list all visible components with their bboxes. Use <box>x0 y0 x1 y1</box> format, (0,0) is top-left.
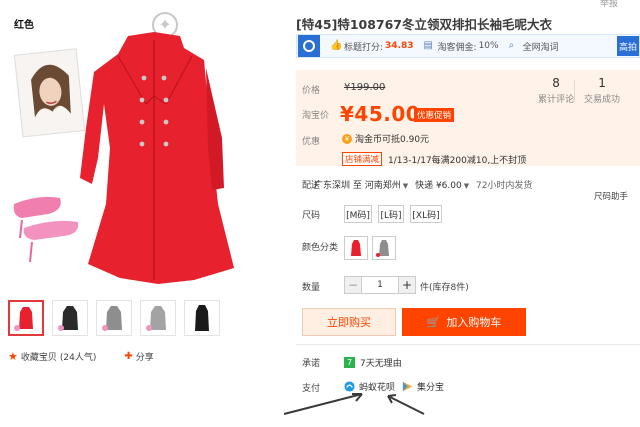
buy-now-button[interactable]: 立即购买 <box>302 308 396 336</box>
favorite-count: (24人气) <box>59 353 97 363</box>
share-icon: ✚ <box>124 351 133 362</box>
coin-discount: ¥ 淘金币可抵0.90元 <box>342 132 429 145</box>
reviews-label: 累计评论 <box>538 95 575 105</box>
sales-count: 1 <box>598 76 606 90</box>
stat-divider <box>574 80 575 102</box>
quantity-input[interactable]: 1 <box>362 276 398 294</box>
add-to-cart-label: 加入购物车 <box>446 316 502 329</box>
thumbnail-black-2[interactable] <box>184 300 220 336</box>
coin-icon: ¥ <box>342 133 352 144</box>
main-product-image: 红色 ✦ <box>8 8 284 290</box>
divider <box>296 344 640 345</box>
thumbnail-grey-2[interactable] <box>140 300 176 336</box>
original-price: ¥199.00 <box>344 82 386 93</box>
seven-day-icon: 7 <box>344 357 355 368</box>
reviews-count: 8 <box>552 76 560 90</box>
add-to-cart-button[interactable]: 🛒 加入购物车 <box>402 308 526 336</box>
thumbnail-grey[interactable] <box>96 300 132 336</box>
size-option-m[interactable]: [M码] <box>344 205 372 223</box>
annotation-arrows <box>283 393 425 415</box>
quantity-stepper: − 1 + <box>344 276 416 294</box>
sales-label: 交易成功 <box>584 95 621 105</box>
shipping-info: 广东深圳 至 河南郑州 ▼ 快递 ¥6.00 ▼ 72小时内发货 <box>314 178 532 191</box>
star-icon: ★ <box>8 350 18 363</box>
promo-bar: 👍 标题打分: 34.83 ▤ 淘客佣金: 10% ⌕ 全网淘词 高拍 <box>296 34 640 58</box>
pledge-item[interactable]: 7 7天无理由 <box>344 356 402 369</box>
discount-label: 优惠 <box>302 137 321 147</box>
title-rating: 👍 标题打分: 34.83 <box>330 40 414 53</box>
product-title: [特45]特108767冬立领双排扣长袖毛呢大衣 <box>296 17 553 32</box>
report-link[interactable]: 举报 <box>600 0 618 9</box>
share-button[interactable]: ✚ 分享 <box>124 350 153 363</box>
search-words-button[interactable]: ⌕ 全网淘词 <box>509 40 559 53</box>
thumbnail-red[interactable] <box>8 300 44 336</box>
ship-from: 广东深圳 <box>314 181 351 191</box>
database-icon: ▤ <box>423 40 433 51</box>
sales-stat: 1 交易成功 <box>584 76 620 105</box>
title-rating-label: 标题打分: <box>344 42 384 53</box>
promo-tag: 优惠促销 <box>414 108 455 122</box>
share-label: 分享 <box>135 353 154 363</box>
shop-deal: 店铺满减 1/13-1/17每满200减10,上不封顶 <box>342 152 526 166</box>
ship-method: 快递 <box>415 181 434 191</box>
commission-value: 10% <box>478 41 499 51</box>
size-helper-link[interactable]: 尺码助手 <box>594 190 628 202</box>
commission: ▤ 淘客佣金: 10% <box>424 40 499 53</box>
favorite-share-row: ★ 收藏宝贝 (24人气) ✚ 分享 <box>8 350 154 363</box>
ship-eta: 72小时内发货 <box>475 181 533 191</box>
pledge-text: 7天无理由 <box>360 359 402 369</box>
shop-deal-tag: 店铺满减 <box>342 152 383 166</box>
size-option-xl[interactable]: [XL码] <box>410 205 442 223</box>
price-box: 价格 ¥199.00 淘宝价 ¥45.00 优惠促销 8 累计评论 1 交易成功… <box>296 70 640 166</box>
size-option-l[interactable]: [L码] <box>378 205 404 223</box>
favorite-button[interactable]: 收藏宝贝 <box>21 350 57 363</box>
coin-text: 淘金币可抵0.90元 <box>355 135 430 145</box>
commission-label: 淘客佣金: <box>437 42 477 53</box>
ship-to-selector[interactable]: 河南郑州 <box>365 181 401 191</box>
coat-photo <box>13 32 234 284</box>
quantity-label: 数量 <box>302 283 321 293</box>
pledge-label: 承诺 <box>302 359 321 369</box>
taobao-price-label: 淘宝价 <box>302 111 330 121</box>
title-rating-value: 34.83 <box>385 41 414 51</box>
promo-more-button[interactable]: 高拍 <box>617 36 639 56</box>
ship-fee: ¥6.00 <box>435 181 462 191</box>
quantity-decrease-button[interactable]: − <box>344 276 362 294</box>
shop-deal-text: 1/13-1/17每满200减10,上不封顶 <box>388 155 527 166</box>
color-swatch-red[interactable] <box>344 236 368 260</box>
current-price: ¥45.00 <box>340 102 421 126</box>
color-swatch-grey[interactable] <box>372 236 396 260</box>
cart-icon: 🛒 <box>426 315 441 329</box>
thumb-up-icon: 👍 <box>330 40 343 51</box>
ship-to-word: 至 <box>352 181 362 191</box>
color-category-label: 颜色分类 <box>302 243 339 253</box>
thumbnail-black[interactable] <box>52 300 88 336</box>
search-icon: ⌕ <box>508 40 515 51</box>
size-label: 尺码 <box>302 211 321 221</box>
stock-text: 件(库存8件) <box>420 283 469 293</box>
search-words-label: 全网淘词 <box>522 42 559 53</box>
chevron-down-icon[interactable]: ▼ <box>403 182 408 190</box>
quantity-increase-button[interactable]: + <box>398 276 416 294</box>
plugin-logo-icon <box>298 35 320 57</box>
review-stat[interactable]: 8 累计评论 <box>538 76 574 105</box>
price-label: 价格 <box>302 86 321 96</box>
chevron-down-icon[interactable]: ▼ <box>464 182 469 190</box>
